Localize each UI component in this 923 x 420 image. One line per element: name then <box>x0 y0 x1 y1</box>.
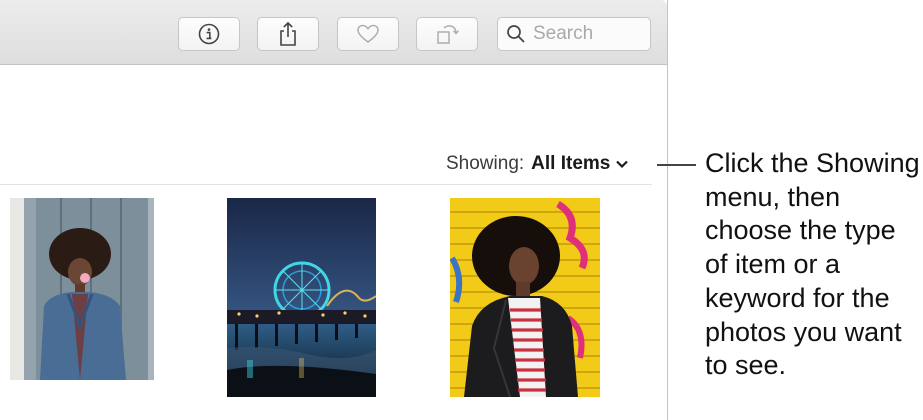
photos-window: Search Showing: All Items <box>0 0 668 420</box>
divider <box>0 184 652 185</box>
photo-woman-bubblegum[interactable] <box>10 198 154 380</box>
showing-value[interactable]: All Items <box>531 153 610 175</box>
info-button[interactable] <box>178 17 240 51</box>
toolbar: Search <box>0 0 667 65</box>
photo-woman-yellow-wall[interactable] <box>450 198 600 397</box>
info-icon <box>198 23 220 45</box>
share-icon <box>280 21 296 46</box>
search-icon <box>507 25 525 43</box>
photo-ferris-wheel-pier[interactable] <box>227 198 376 397</box>
callout-leader-line <box>657 164 696 166</box>
callout-text: Click the Showing menu, then choose the … <box>705 148 920 381</box>
favorite-button[interactable] <box>337 17 399 51</box>
showing-label: Showing: <box>446 153 525 174</box>
search-input[interactable]: Search <box>533 23 593 45</box>
showing-menu[interactable]: Showing: All Items <box>446 152 629 176</box>
chevron-down-icon[interactable] <box>615 159 629 169</box>
heart-icon <box>357 24 379 43</box>
rotate-icon <box>437 25 460 44</box>
rotate-button[interactable] <box>416 17 478 51</box>
share-button[interactable] <box>257 17 319 51</box>
search-field[interactable]: Search <box>497 17 651 51</box>
